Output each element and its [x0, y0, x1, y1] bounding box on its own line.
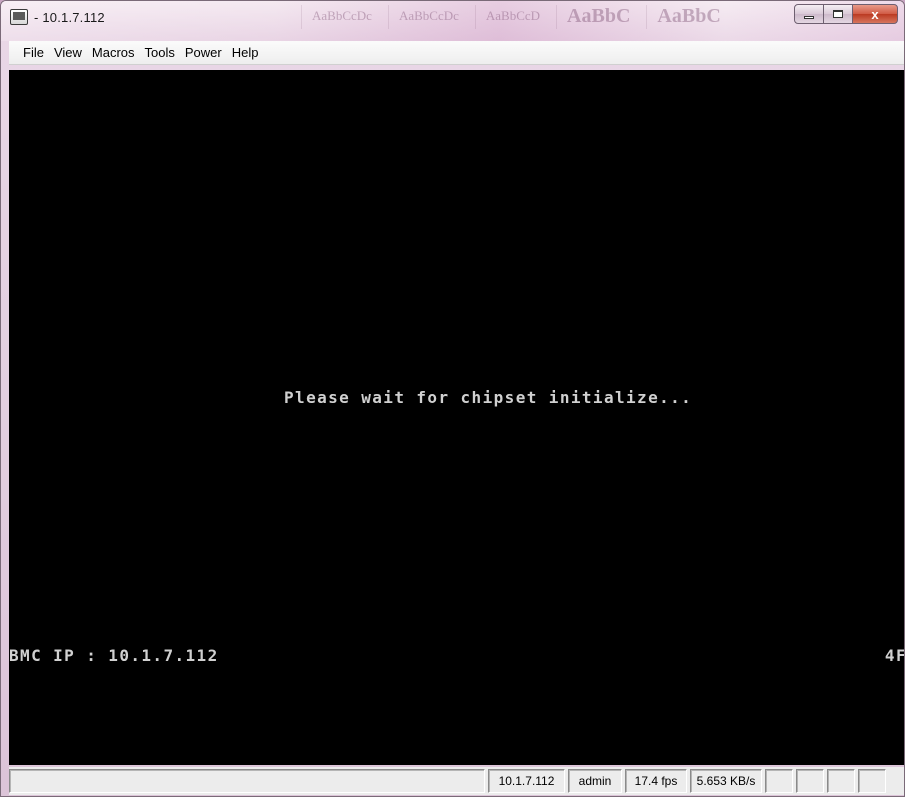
menu-view[interactable]: View: [48, 42, 88, 63]
background-ribbon-item: AaBbCcDc: [301, 5, 382, 29]
close-button[interactable]: x: [852, 4, 898, 24]
status-indicator: [796, 769, 824, 793]
window-title: - 10.1.7.112: [34, 10, 105, 25]
background-ribbon: AaBbCcDc AaBbCcDc AaBbCcD AaBbC AaBbC: [301, 5, 731, 29]
menu-file[interactable]: File: [17, 42, 50, 63]
status-bar: 10.1.7.112 admin 17.4 fps 5.653 KB/s: [9, 767, 904, 795]
bmc-ip-line: BMC IP : 10.1.7.112: [9, 646, 219, 665]
window-controls: x: [794, 4, 898, 24]
menu-power[interactable]: Power: [179, 42, 228, 63]
status-message: [9, 769, 485, 793]
minimize-icon: [804, 16, 814, 19]
background-ribbon-item: AaBbCcDc: [387, 5, 469, 29]
status-rate: 5.653 KB/s: [690, 769, 762, 793]
status-fps: 17.4 fps: [625, 769, 687, 793]
menu-tools[interactable]: Tools: [139, 42, 181, 63]
status-host: 10.1.7.112: [488, 769, 565, 793]
maximize-button[interactable]: [823, 4, 853, 24]
status-indicator: [765, 769, 793, 793]
background-ribbon-item: AaBbC: [646, 5, 730, 29]
title-bar[interactable]: - 10.1.7.112 AaBbCcDc AaBbCcDc AaBbCcD A…: [1, 1, 904, 41]
background-ribbon-item: AaBbC: [556, 5, 640, 29]
background-ribbon-item: AaBbCcD: [474, 5, 550, 29]
remote-screen[interactable]: Please wait for chipset initialize... BM…: [9, 70, 905, 765]
menu-help[interactable]: Help: [226, 42, 265, 63]
close-icon: x: [871, 6, 879, 22]
menu-macros[interactable]: Macros: [86, 42, 141, 63]
menu-bar: File View Macros Tools Power Help: [9, 41, 904, 65]
remote-console-window: - 10.1.7.112 AaBbCcDc AaBbCcDc AaBbCcD A…: [0, 0, 905, 797]
chipset-wait-message: Please wait for chipset initialize...: [284, 388, 693, 407]
status-user: admin: [568, 769, 622, 793]
minimize-button[interactable]: [794, 4, 824, 24]
status-indicator: [827, 769, 855, 793]
app-window-icon[interactable]: [10, 9, 28, 25]
post-code: 4F: [884, 646, 905, 665]
maximize-icon: [833, 10, 843, 18]
status-indicator: [858, 769, 886, 793]
